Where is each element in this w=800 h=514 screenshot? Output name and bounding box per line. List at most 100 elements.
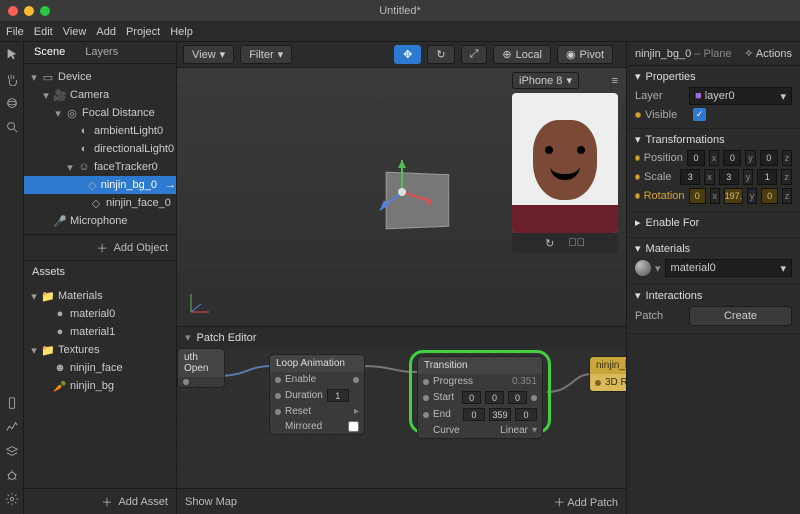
settings-icon[interactable] xyxy=(5,492,19,506)
disclosure-icon[interactable]: ▾ xyxy=(30,71,38,84)
tab-layers[interactable]: Layers xyxy=(75,42,128,63)
viewport-3d[interactable]: iPhone 8 ▾ ≡ ↻ ▸⃒ xyxy=(177,68,626,326)
preview-device-dropdown[interactable]: iPhone 8 ▾ xyxy=(512,72,579,89)
tree-item-label: Microphone xyxy=(70,215,127,227)
menu-project[interactable]: Project xyxy=(126,26,160,38)
section-materials[interactable]: Materials xyxy=(646,243,691,255)
performance-icon[interactable] xyxy=(5,420,19,434)
patch-node-target[interactable]: ninjin_bg_0 3D Rotation 0 150. xyxy=(589,356,626,392)
tree-item-label: ninjin_bg xyxy=(70,380,114,392)
disclosure-icon[interactable]: ▾ xyxy=(66,161,74,174)
show-map-button[interactable]: Show Map xyxy=(185,496,237,508)
node-title: Loop Animation xyxy=(276,358,345,369)
filter-dropdown[interactable]: Filter▾ xyxy=(240,45,292,64)
patch-node-transition[interactable]: Transition Progress0.351 Start 0 0 0 End… xyxy=(417,356,543,439)
tree-row-microphone[interactable]: 🎤Microphone xyxy=(24,212,176,230)
tree-row-device[interactable]: ▾▭Device xyxy=(24,68,176,86)
scale-mode-button[interactable]: ⤢ xyxy=(461,45,488,64)
disclosure-icon[interactable]: ▾ xyxy=(54,107,62,120)
tree-item-label: ninjin_face_0 xyxy=(106,197,171,209)
tree-row-focal-distance[interactable]: ▾◎Focal Distance xyxy=(24,104,176,122)
menubar: File Edit View Add Project Help xyxy=(0,22,800,42)
device-preview: iPhone 8 ▾ ≡ ↻ ▸⃒ xyxy=(512,72,618,253)
add-object-button[interactable]: ＋Add Object xyxy=(24,234,176,260)
menu-edit[interactable]: Edit xyxy=(34,26,53,38)
zoom-window-icon[interactable] xyxy=(40,6,50,16)
create-patch-button[interactable]: Create xyxy=(689,306,792,326)
minimize-window-icon[interactable] xyxy=(24,6,34,16)
node-title: ninjin_bg_0 xyxy=(596,360,626,371)
tree-row-materials[interactable]: ▾📁Materials xyxy=(24,287,176,305)
section-properties[interactable]: Properties xyxy=(646,71,696,83)
tree-row-ninjin_bg_0[interactable]: ◇ninjin_bg_0→ xyxy=(24,176,176,194)
menu-view[interactable]: View xyxy=(63,26,87,38)
tree-item-label: faceTracker0 xyxy=(94,161,158,173)
coord-space-button[interactable]: ⊕ Local xyxy=(493,45,551,64)
node-title: uth Open xyxy=(178,349,224,377)
tree-row-facetracker0[interactable]: ▾☺faceTracker0 xyxy=(24,158,176,176)
patch-editor-title: Patch Editor xyxy=(197,332,257,344)
tree-row-directionallight0[interactable]: ◐directionalLight0 xyxy=(24,140,176,158)
tree-row-textures[interactable]: ▾📁Textures xyxy=(24,341,176,359)
tree-row-camera[interactable]: ▾🎥Camera xyxy=(24,86,176,104)
section-interactions[interactable]: Interactions xyxy=(646,290,703,302)
hand-tool-icon[interactable] xyxy=(5,72,19,86)
layer-dropdown[interactable]: ■ layer0▾ xyxy=(689,87,792,105)
menu-file[interactable]: File xyxy=(6,26,24,38)
scene-tree: ▾▭Device▾🎥Camera▾◎Focal Distance◐ambient… xyxy=(24,64,176,234)
tree-item-label: ambientLight0 xyxy=(94,125,163,137)
folder-icon: 📁 xyxy=(42,344,54,357)
preview-restart-icon[interactable]: ↻ xyxy=(545,237,554,250)
mirrored-checkbox[interactable] xyxy=(348,421,359,432)
tab-scene[interactable]: Scene xyxy=(24,42,75,63)
visible-checkbox[interactable]: ✓ xyxy=(693,108,706,121)
patch-node-mouth-open[interactable]: uth Open xyxy=(177,348,225,388)
camera-icon: 🎥 xyxy=(54,89,66,102)
close-window-icon[interactable] xyxy=(8,6,18,16)
view-dropdown[interactable]: View▾ xyxy=(183,45,234,64)
property-link-icon[interactable] xyxy=(635,112,641,118)
tree-row-material0[interactable]: ●material0 xyxy=(24,305,176,323)
patch-editor-canvas[interactable]: uth Open Loop Animation Enable Duration1… xyxy=(177,348,626,488)
material-dropdown[interactable]: material0▾ xyxy=(665,259,792,277)
tree-row-material1[interactable]: ●material1 xyxy=(24,323,176,341)
preview-pause-icon[interactable]: ▸⃒ xyxy=(568,237,585,249)
bug-icon[interactable] xyxy=(5,468,19,482)
disclosure-icon[interactable]: ▾ xyxy=(30,344,38,357)
texface-icon: ☻ xyxy=(54,362,66,374)
window-controls[interactable] xyxy=(8,6,50,16)
rotate-mode-button[interactable]: ↻ xyxy=(427,45,454,64)
pointer-tool-icon[interactable] xyxy=(5,48,19,62)
tree-row-ninjin_face[interactable]: ☻ninjin_face xyxy=(24,359,176,377)
actions-button[interactable]: ✧ Actions xyxy=(744,47,792,60)
patch-editor-header: ▾ Patch Editor xyxy=(177,326,626,348)
folder-icon: 📁 xyxy=(42,290,54,303)
plane-icon: ◇ xyxy=(90,197,102,210)
node-title: Transition xyxy=(424,360,468,371)
tree-row-ninjin_face_0[interactable]: ◇ ninjin_face_0 xyxy=(24,194,176,212)
preview-menu-icon[interactable]: ≡ xyxy=(612,75,618,87)
add-asset-label: Add Asset xyxy=(118,496,168,508)
patch-node-loop-animation[interactable]: Loop Animation Enable Duration1 Reset▸ M… xyxy=(269,354,365,435)
menu-add[interactable]: Add xyxy=(96,26,116,38)
tree-row-ninjin_bg[interactable]: 🥕ninjin_bg xyxy=(24,377,176,395)
add-asset-button[interactable]: ＋Add Asset xyxy=(24,488,176,514)
add-patch-button[interactable]: ＋ Add Patch xyxy=(554,494,618,510)
preview-image xyxy=(512,93,618,233)
light-icon: ◐ xyxy=(78,143,90,155)
disclosure-icon[interactable]: ▾ xyxy=(42,89,50,102)
transform-gizmo[interactable] xyxy=(362,152,442,232)
device-icon[interactable] xyxy=(5,396,19,410)
orbit-tool-icon[interactable] xyxy=(5,96,19,110)
manipulate-mode-button[interactable]: ✥ xyxy=(394,45,421,64)
layers-toggle-icon[interactable] xyxy=(5,444,19,458)
tree-item-label: material0 xyxy=(70,308,115,320)
pivot-button[interactable]: ◉ Pivot xyxy=(557,45,613,64)
disclosure-icon[interactable]: ▾ xyxy=(30,290,38,303)
zoom-tool-icon[interactable] xyxy=(5,120,19,134)
section-enable-for[interactable]: Enable For xyxy=(646,217,700,229)
tree-row-ambientlight0[interactable]: ◐ambientLight0 xyxy=(24,122,176,140)
material-ball-icon xyxy=(635,260,651,276)
section-transformations[interactable]: Transformations xyxy=(646,134,725,146)
menu-help[interactable]: Help xyxy=(170,26,193,38)
